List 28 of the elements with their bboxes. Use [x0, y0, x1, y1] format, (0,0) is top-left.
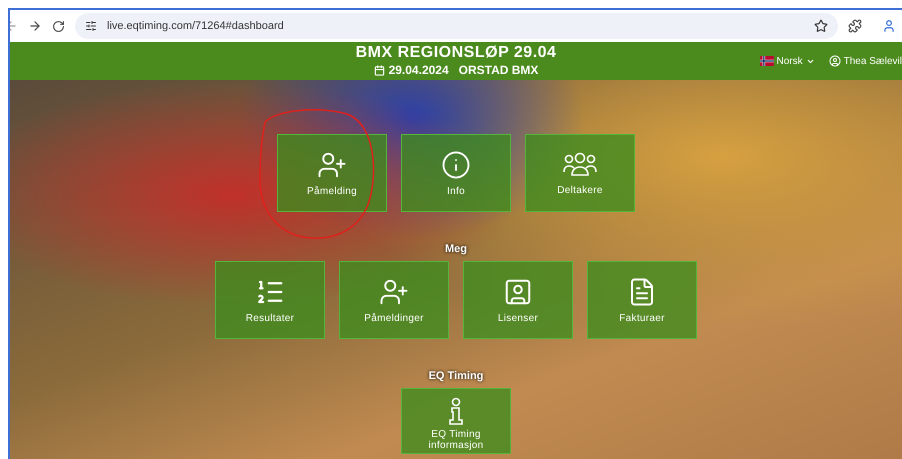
section-heading: EQ Timing — [428, 370, 484, 382]
language-menu[interactable]: Norsk — [776, 56, 803, 66]
flag-icon — [760, 56, 774, 66]
event-venue: ORSTAD BMX — [458, 62, 538, 78]
address-bar[interactable]: live.eqtiming.com/71264#dashboard — [75, 13, 838, 39]
dashboard-tile[interactable]: Fakturaer — [587, 261, 697, 339]
dashboard-tile[interactable]: Påmelding — [277, 134, 387, 212]
section-heading: Meg — [445, 243, 467, 255]
site-settings-icon[interactable] — [85, 20, 97, 32]
bookmark-star-icon[interactable] — [814, 19, 828, 33]
profile-icon[interactable] — [882, 19, 896, 33]
user-avatar-icon — [828, 55, 841, 67]
dashboard-tile[interactable]: Resultater — [215, 261, 325, 339]
people-icon — [563, 150, 597, 178]
dashboard-tile[interactable]: Info — [401, 134, 511, 212]
info-icon — [441, 150, 471, 180]
extensions-icon[interactable] — [848, 19, 862, 33]
forward-icon[interactable] — [28, 19, 42, 33]
info-icon — [448, 397, 464, 425]
dashboard-tile[interactable]: Deltakere — [525, 134, 635, 212]
user-menu[interactable]: Thea Sælevil — [844, 56, 902, 66]
dashboard-tile[interactable]: Lisenser — [463, 261, 573, 339]
event-title: BMX REGIONSLØP 29.04 — [356, 44, 556, 62]
dashboard-tile[interactable]: Påmeldinger — [339, 261, 449, 339]
calendar-icon — [374, 64, 385, 76]
dashboard-tile[interactable]: EQ Timing informasjon — [401, 388, 511, 454]
reload-icon[interactable] — [52, 20, 65, 32]
event-date: 29.04.2024 — [388, 62, 449, 78]
